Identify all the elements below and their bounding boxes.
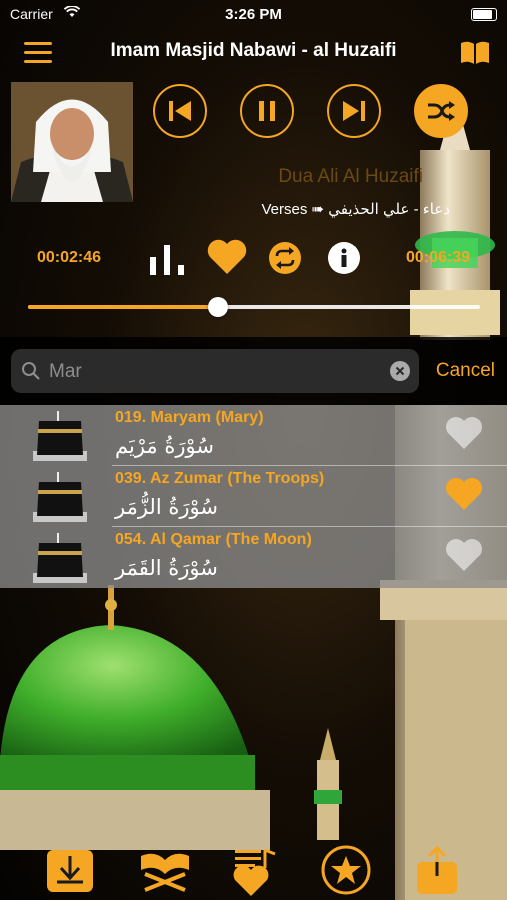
next-icon bbox=[343, 101, 365, 121]
favorite-heart-icon[interactable] bbox=[444, 476, 484, 512]
kaaba-icon bbox=[33, 411, 87, 461]
surah-arabic-name: سُوْرَةُ الزُّمَر bbox=[115, 495, 218, 519]
kaaba-icon bbox=[33, 472, 87, 522]
previous-button[interactable] bbox=[153, 84, 207, 138]
track-subtitle: Verses ➠ دعاء - علي الحذيفي bbox=[261, 201, 451, 218]
playback-progress-fill bbox=[28, 305, 218, 309]
list-item[interactable]: 019. Maryam (Mary) سُوْرَةُ مَرْيَم bbox=[0, 405, 507, 466]
download-icon[interactable] bbox=[45, 846, 95, 894]
quran-stand-icon[interactable] bbox=[137, 846, 193, 894]
track-title: Dua Ali Al Huzaifi bbox=[278, 166, 423, 187]
surah-arabic-name: سُوْرَةُ القَمَر bbox=[115, 556, 218, 580]
repeat-icon[interactable] bbox=[268, 241, 302, 275]
surah-arabic-name: سُوْرَةُ مَرْيَم bbox=[115, 434, 214, 458]
info-icon[interactable] bbox=[327, 241, 361, 275]
playback-slider-knob[interactable] bbox=[207, 297, 228, 317]
shuffle-button[interactable] bbox=[414, 84, 468, 138]
kaaba-icon bbox=[33, 533, 87, 583]
playback-slider[interactable] bbox=[28, 297, 480, 317]
search-query: Mar bbox=[49, 361, 82, 382]
total-time: 00:06:39 bbox=[405, 249, 470, 266]
elapsed-time: 00:02:46 bbox=[37, 249, 102, 266]
favorite-heart-icon[interactable] bbox=[444, 537, 484, 573]
shuffle-icon bbox=[428, 101, 455, 121]
star-icon[interactable] bbox=[320, 844, 372, 896]
list-item[interactable]: 054. Al Qamar (The Moon) سُوْرَةُ القَمَ… bbox=[0, 527, 507, 588]
status-bar: Carrier 3:26 PM bbox=[0, 0, 507, 28]
surah-title: 019. Maryam (Mary) bbox=[115, 409, 264, 426]
equalizer-icon[interactable] bbox=[148, 243, 188, 275]
bottom-toolbar bbox=[0, 840, 507, 900]
search-results-list: 019. Maryam (Mary) سُوْرَةُ مَرْيَم 039.… bbox=[0, 405, 507, 588]
next-button[interactable] bbox=[327, 84, 381, 138]
battery-icon bbox=[471, 8, 497, 21]
book-icon[interactable] bbox=[459, 40, 491, 66]
search-bar: Mar Cancel bbox=[0, 337, 507, 405]
search-icon bbox=[22, 362, 40, 380]
list-item[interactable]: 039. Az Zumar (The Troops) سُوْرَةُ الزُ… bbox=[0, 466, 507, 527]
search-input[interactable]: Mar bbox=[11, 349, 419, 393]
share-icon[interactable] bbox=[414, 846, 460, 896]
clock: 3:26 PM bbox=[225, 6, 282, 23]
clear-icon[interactable] bbox=[390, 361, 410, 381]
pause-button[interactable] bbox=[240, 84, 294, 138]
favorite-heart-icon[interactable] bbox=[444, 415, 484, 451]
reciter-avatar bbox=[11, 82, 133, 202]
previous-icon bbox=[169, 101, 191, 121]
page-title: Imam Masjid Nabawi - al Huzaifi bbox=[110, 40, 397, 61]
pause-icon bbox=[259, 101, 275, 121]
cancel-button[interactable]: Cancel bbox=[436, 360, 495, 382]
surah-title: 039. Az Zumar (The Troops) bbox=[115, 470, 325, 487]
navigation-bar: Imam Masjid Nabawi - al Huzaifi bbox=[0, 28, 507, 76]
heart-icon[interactable] bbox=[206, 238, 248, 276]
surah-title: 054. Al Qamar (The Moon) bbox=[115, 531, 312, 548]
playlist-heart-icon[interactable] bbox=[229, 846, 281, 898]
